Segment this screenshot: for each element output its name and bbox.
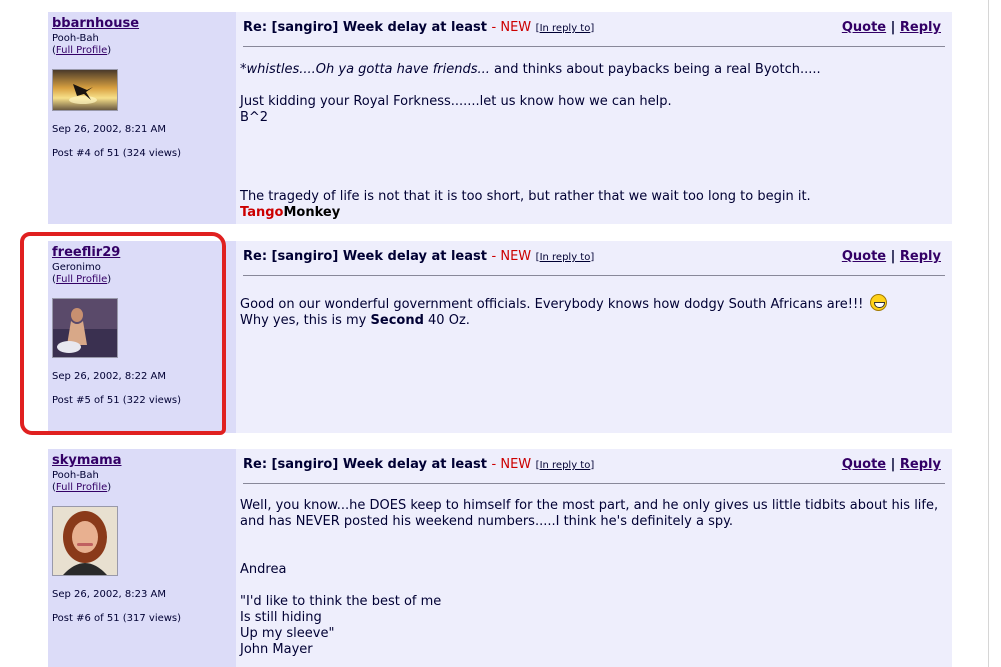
- person-photo-avatar[interactable]: [52, 298, 118, 358]
- sig-name-red: Tango: [240, 205, 284, 220]
- user-rank: Geronimo: [52, 262, 101, 273]
- quote-button[interactable]: Quote: [842, 249, 886, 264]
- full-profile-link[interactable]: Full Profile: [56, 274, 107, 285]
- user-rank: Pooh-Bah: [52, 470, 99, 481]
- full-profile-link[interactable]: Full Profile: [56, 45, 107, 56]
- post-number: Post #6 of 51 (317 views): [52, 613, 182, 624]
- body-text: and thinks about paybacks being a real B…: [489, 62, 821, 77]
- body-line: B^2: [240, 110, 269, 125]
- woman-portrait-avatar[interactable]: [52, 506, 118, 576]
- post-subject: Re: [sangiro] Week delay at least - NEW …: [243, 457, 594, 472]
- signature: The tragedy of life is not that it is to…: [240, 189, 811, 221]
- username-link[interactable]: freeflir29: [52, 245, 120, 260]
- username-link[interactable]: bbarnhouse: [52, 16, 139, 31]
- post-content: Re: [sangiro] Week delay at least - NEW …: [236, 449, 952, 667]
- body-text: Why yes, this is my: [240, 313, 371, 328]
- new-badge: - NEW: [491, 457, 532, 472]
- body-line: Just kidding your Royal Forkness.......l…: [240, 94, 672, 109]
- post-actions: Quote | Reply: [841, 457, 941, 472]
- quote-button[interactable]: Quote: [842, 457, 886, 472]
- post-6: skymama Pooh-Bah (Full Profile) Sep 26, …: [48, 449, 952, 667]
- in-reply-to: [In reply to]: [535, 23, 595, 34]
- sig-name-black: Monkey: [283, 205, 341, 220]
- user-rank: Pooh-Bah: [52, 33, 99, 44]
- post-body: Good on our wonderful government officia…: [240, 294, 940, 329]
- subject-text: Re: [sangiro] Week delay at least: [243, 20, 487, 35]
- reply-button[interactable]: Reply: [900, 249, 941, 264]
- body-text: 40 Oz.: [423, 313, 470, 328]
- subject-text: Re: [sangiro] Week delay at least: [243, 249, 487, 264]
- in-reply-to-link[interactable]: In reply to: [540, 460, 591, 471]
- divider: [243, 483, 945, 484]
- in-reply-to: [In reply to]: [535, 460, 595, 471]
- post-number: Post #5 of 51 (322 views): [52, 395, 182, 406]
- divider: [243, 46, 945, 47]
- signature-quote: The tragedy of life is not that it is to…: [240, 189, 811, 204]
- post-number: Post #4 of 51 (324 views): [52, 148, 182, 159]
- reply-button[interactable]: Reply: [900, 457, 941, 472]
- body-text: Good on our wonderful government officia…: [240, 297, 864, 312]
- new-badge: - NEW: [491, 20, 532, 35]
- in-reply-to-link[interactable]: In reply to: [540, 252, 591, 263]
- post-date: Sep 26, 2002, 8:21 AM: [52, 124, 167, 135]
- post-content: Re: [sangiro] Week delay at least - NEW …: [236, 241, 952, 433]
- author-panel: skymama Pooh-Bah (Full Profile) Sep 26, …: [48, 449, 236, 667]
- post-subject: Re: [sangiro] Week delay at least - NEW …: [243, 249, 594, 264]
- in-reply-to: [In reply to]: [535, 252, 595, 263]
- window-edge: [988, 0, 1001, 667]
- post-date: Sep 26, 2002, 8:23 AM: [52, 589, 167, 600]
- bold-text: Second: [370, 313, 424, 328]
- post-4: bbarnhouse Pooh-Bah (Full Profile) Sep 2…: [48, 12, 952, 224]
- full-profile-link[interactable]: Full Profile: [56, 482, 107, 493]
- in-reply-to-link[interactable]: In reply to: [540, 23, 591, 34]
- subject-text: Re: [sangiro] Week delay at least: [243, 457, 487, 472]
- post-actions: Quote | Reply: [841, 249, 941, 264]
- author-panel: freeflir29 Geronimo (Full Profile) Sep 2…: [48, 241, 236, 433]
- skydiver-sunset-avatar[interactable]: [52, 69, 118, 111]
- new-badge: - NEW: [491, 249, 532, 264]
- post-content: Re: [sangiro] Week delay at least - NEW …: [236, 12, 952, 224]
- divider: [243, 275, 945, 276]
- post-5: freeflir29 Geronimo (Full Profile) Sep 2…: [48, 241, 952, 433]
- full-profile: (Full Profile): [52, 482, 112, 493]
- italic-text: *whistles....Oh ya gotta have friends...: [240, 62, 490, 77]
- full-profile: (Full Profile): [52, 274, 112, 285]
- post-body: Well, you know...he DOES keep to himself…: [240, 498, 939, 657]
- grin-smiley-icon: [869, 294, 887, 311]
- username-link[interactable]: skymama: [52, 453, 122, 468]
- author-panel: bbarnhouse Pooh-Bah (Full Profile) Sep 2…: [48, 12, 236, 224]
- post-body: *whistles....Oh ya gotta have friends...…: [240, 62, 940, 126]
- reply-button[interactable]: Reply: [900, 20, 941, 35]
- post-subject: Re: [sangiro] Week delay at least - NEW …: [243, 20, 594, 35]
- full-profile: (Full Profile): [52, 45, 112, 56]
- quote-button[interactable]: Quote: [842, 20, 886, 35]
- post-date: Sep 26, 2002, 8:22 AM: [52, 371, 167, 382]
- signature-name: TangoMonkey: [240, 205, 811, 221]
- post-actions: Quote | Reply: [841, 20, 941, 35]
